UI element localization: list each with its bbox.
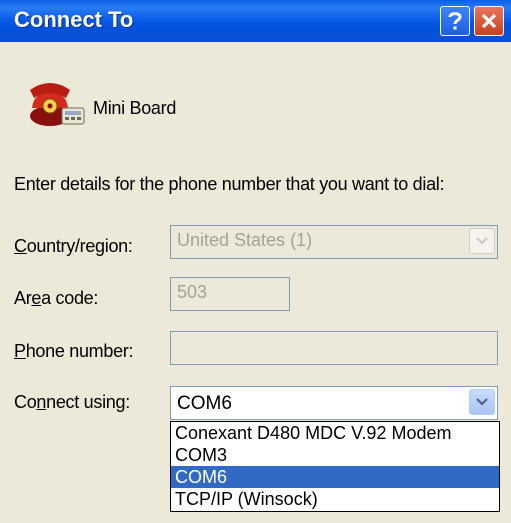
- phone-number-field[interactable]: [170, 331, 498, 365]
- question-mark-icon: [448, 12, 462, 30]
- connect-using-select[interactable]: COM6: [170, 386, 498, 420]
- option-tcpip-winsock[interactable]: TCP/IP (Winsock): [171, 488, 499, 510]
- area-code-label: Area code:: [14, 288, 99, 308]
- close-button[interactable]: [474, 6, 504, 36]
- connection-name: Mini Board: [93, 98, 177, 118]
- chevron-down-icon: [476, 398, 488, 406]
- area-code-field[interactable]: 503: [170, 277, 290, 311]
- option-com6[interactable]: COM6: [171, 466, 499, 488]
- chevron-down-icon: [476, 237, 488, 245]
- country-region-select[interactable]: United States (1): [170, 225, 498, 259]
- connect-using-value: COM6: [177, 393, 232, 414]
- help-button[interactable]: [440, 6, 470, 36]
- title-bar[interactable]: Connect To: [0, 0, 511, 42]
- connect-to-dialog: Connect To Mini Board Enter details for …: [0, 0, 511, 523]
- phone-number-label: Phone number:: [14, 341, 134, 361]
- connect-dropdown-button[interactable]: [469, 389, 495, 415]
- country-dropdown-button[interactable]: [469, 228, 495, 254]
- country-region-label: Country/region:: [14, 236, 133, 256]
- option-com3[interactable]: COM3: [171, 444, 499, 466]
- close-icon: [481, 13, 497, 29]
- instructions-text: Enter details for the phone number that …: [14, 174, 445, 194]
- connect-using-label: Connect using:: [14, 392, 130, 412]
- telephone-icon: [30, 83, 85, 126]
- option-conexant-modem[interactable]: Conexant D480 MDC V.92 Modem: [171, 422, 499, 444]
- connect-using-options-list[interactable]: Conexant D480 MDC V.92 Modem COM3 COM6 T…: [170, 421, 500, 512]
- window-title: Connect To: [14, 7, 134, 32]
